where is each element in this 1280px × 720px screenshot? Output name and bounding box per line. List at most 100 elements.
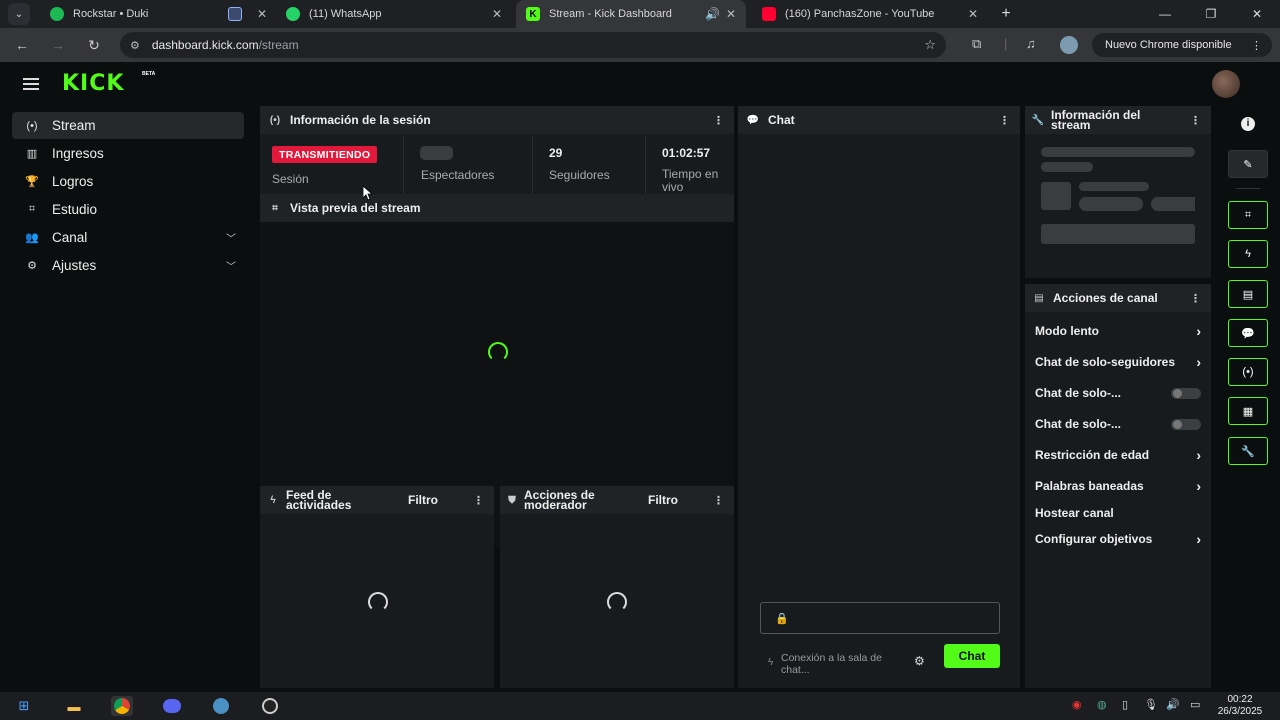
info-icon[interactable]: i xyxy=(1241,117,1255,131)
screen: ⌄ Rockstar • Duki ✕ (11) WhatsApp ✕ K St… xyxy=(0,0,1280,720)
arrow-left-icon: ← xyxy=(15,37,29,53)
rail-chat-button[interactable]: 💬 xyxy=(1228,319,1268,347)
rail-tools-button[interactable]: 🔧 xyxy=(1228,437,1268,465)
sidebar-item-canal[interactable]: 👥 Canal ﹀ xyxy=(12,224,244,251)
panel-header: 🔧 Información del stream ⋮ xyxy=(1025,106,1211,134)
toggle-switch[interactable] xyxy=(1171,418,1201,430)
more-vertical-icon[interactable]: ⋮ xyxy=(999,114,1010,127)
uptime-value: 01:02:57 xyxy=(662,146,711,160)
microphone-icon[interactable]: 🎙 xyxy=(1144,698,1158,711)
set-goals-item[interactable]: Configurar objetivos › xyxy=(1035,529,1201,549)
close-icon[interactable]: ✕ xyxy=(257,7,267,21)
extensions-icon[interactable]: ⧉ xyxy=(972,36,981,52)
close-icon[interactable]: ✕ xyxy=(492,7,502,21)
address-bar[interactable]: ⚙ dashboard.kick.com/stream ☆ xyxy=(120,32,946,58)
more-vertical-icon[interactable]: ⋮ xyxy=(1190,292,1201,305)
forward-button[interactable]: → xyxy=(48,35,68,55)
discord-icon[interactable] xyxy=(161,696,183,716)
tab-search-button[interactable]: ⌄ xyxy=(8,3,30,25)
obs-icon[interactable] xyxy=(259,696,281,716)
back-button[interactable]: ← xyxy=(12,35,32,55)
followers-only-item[interactable]: Chat de solo-seguidores › xyxy=(1035,352,1201,372)
tray-usb-icon[interactable]: ▯ xyxy=(1122,698,1128,711)
chevron-down-icon: ﹀ xyxy=(226,234,236,245)
rail-notes-button[interactable]: ▤ xyxy=(1228,280,1268,308)
windows-start-icon[interactable]: ⊞ xyxy=(13,696,35,716)
menu-icon[interactable] xyxy=(23,78,39,90)
wrench-icon: 🔧 xyxy=(1241,445,1255,458)
host-channel-item[interactable]: Hostear canal xyxy=(1035,503,1201,523)
network-icon[interactable]: ▭ xyxy=(1190,698,1200,711)
more-vertical-icon[interactable]: ⋮ xyxy=(473,494,484,507)
chat-settings-gear-icon[interactable]: ⚙ xyxy=(914,654,925,668)
rail-activity-button[interactable]: ϟ xyxy=(1228,240,1268,268)
tray-app-icon[interactable]: ◉ xyxy=(1072,698,1082,711)
file-explorer-icon[interactable]: ▬ xyxy=(63,696,85,716)
volume-icon[interactable]: 🔊 xyxy=(1166,698,1180,711)
panel-title: Vista previa del stream xyxy=(290,201,421,215)
media-controls-icon[interactable]: ♫ xyxy=(1026,36,1036,51)
restore-button[interactable]: ❐ xyxy=(1188,0,1234,28)
toggle-switch[interactable] xyxy=(1171,387,1201,399)
rail-broadcast-button[interactable]: (•) xyxy=(1228,358,1268,386)
system-clock[interactable]: 00:22 26/3/2025 xyxy=(1210,694,1270,718)
chrome-icon[interactable] xyxy=(111,696,133,716)
more-vertical-icon[interactable]: ⋮ xyxy=(1251,39,1262,52)
reload-button[interactable]: ↻ xyxy=(84,35,104,55)
edit-pencil-button[interactable]: ✎ xyxy=(1228,150,1268,178)
close-icon[interactable]: ✕ xyxy=(968,7,978,21)
profile-avatar[interactable] xyxy=(1060,36,1078,54)
chevron-right-icon: › xyxy=(1196,323,1201,339)
filter-button[interactable]: Filtro xyxy=(648,493,678,507)
banned-words-item[interactable]: Palabras baneadas › xyxy=(1035,476,1201,496)
rail-preview-button[interactable]: ⌗ xyxy=(1228,201,1268,229)
sidebar-item-estudio[interactable]: ⌗ Estudio xyxy=(12,196,244,223)
avatar[interactable] xyxy=(1212,70,1240,98)
item-label: Chat de solo-... xyxy=(1035,386,1122,400)
mouse-cursor-icon xyxy=(363,186,373,201)
more-vertical-icon[interactable]: ⋮ xyxy=(713,494,724,507)
bookmark-star-icon[interactable]: ☆ xyxy=(924,37,936,53)
filter-button[interactable]: Filtro xyxy=(408,493,438,507)
new-tab-button[interactable]: + xyxy=(983,0,1029,28)
minimize-button[interactable]: — xyxy=(1142,0,1188,28)
uptime-label: Tiempo en vivo xyxy=(662,168,719,194)
slow-mode-item[interactable]: Modo lento › xyxy=(1035,321,1201,341)
sidebar-item-ajustes[interactable]: ⚙ Ajustes ﹀ xyxy=(12,252,244,279)
tab-kick-dashboard[interactable]: K Stream - Kick Dashboard 🔊 ✕ xyxy=(516,0,746,28)
gear-icon: ⚙ xyxy=(27,260,37,272)
item-label: Modo lento xyxy=(1035,324,1099,338)
sidebar-item-ingresos[interactable]: ▥ Ingresos xyxy=(12,140,244,167)
emotes-only-item[interactable]: Chat de solo-... xyxy=(1035,414,1201,434)
lightning-icon: ϟ xyxy=(1245,248,1251,260)
spotify-icon xyxy=(50,7,64,21)
title-skeleton xyxy=(1041,162,1093,172)
browser-app-icon[interactable] xyxy=(210,696,232,716)
viewers-label: Espectadores xyxy=(421,168,495,182)
item-label: Configurar objetivos xyxy=(1035,532,1153,546)
taskbar: ⊞ ▬ ◉ ◍ ▯ 🎙 🔊 ▭ 00:22 26/3/2025 xyxy=(0,692,1280,720)
cast-icon xyxy=(228,7,242,21)
tab-whatsapp[interactable]: (11) WhatsApp ✕ xyxy=(276,0,512,28)
tray-app-icon[interactable]: ◍ xyxy=(1097,698,1107,711)
sidebar-item-stream[interactable]: (•) Stream xyxy=(12,112,244,139)
lock-icon: 🔒 xyxy=(775,613,789,625)
site-settings-icon[interactable]: ⚙ xyxy=(130,39,140,52)
tab-youtube[interactable]: (160) PanchasZone - YouTube ✕ xyxy=(752,0,988,28)
chat-input[interactable]: 🔒 xyxy=(760,602,1000,634)
close-icon[interactable]: ✕ xyxy=(726,7,736,21)
chat-send-button[interactable]: Chat xyxy=(944,644,1000,668)
more-vertical-icon[interactable]: ⋮ xyxy=(713,114,724,127)
tab-cast[interactable]: ✕ xyxy=(218,0,268,28)
age-restriction-item[interactable]: Restricción de edad › xyxy=(1035,445,1201,465)
close-window-button[interactable]: ✕ xyxy=(1234,0,1280,28)
more-vertical-icon[interactable]: ⋮ xyxy=(1190,114,1201,127)
kick-logo[interactable]: KICK xyxy=(62,71,124,96)
sidebar-item-logros[interactable]: 🏆 Logros xyxy=(12,168,244,195)
chrome-update-button[interactable]: Nuevo Chrome disponible ⋮ xyxy=(1092,33,1272,57)
rail-channel-button[interactable]: ▦ xyxy=(1228,397,1268,425)
divider xyxy=(532,136,533,194)
panel-header: ϟ Feed de actividades Filtro ⋮ xyxy=(260,486,494,514)
speaker-icon[interactable]: 🔊 xyxy=(705,7,720,21)
subscribers-only-item[interactable]: Chat de solo-... xyxy=(1035,383,1201,403)
